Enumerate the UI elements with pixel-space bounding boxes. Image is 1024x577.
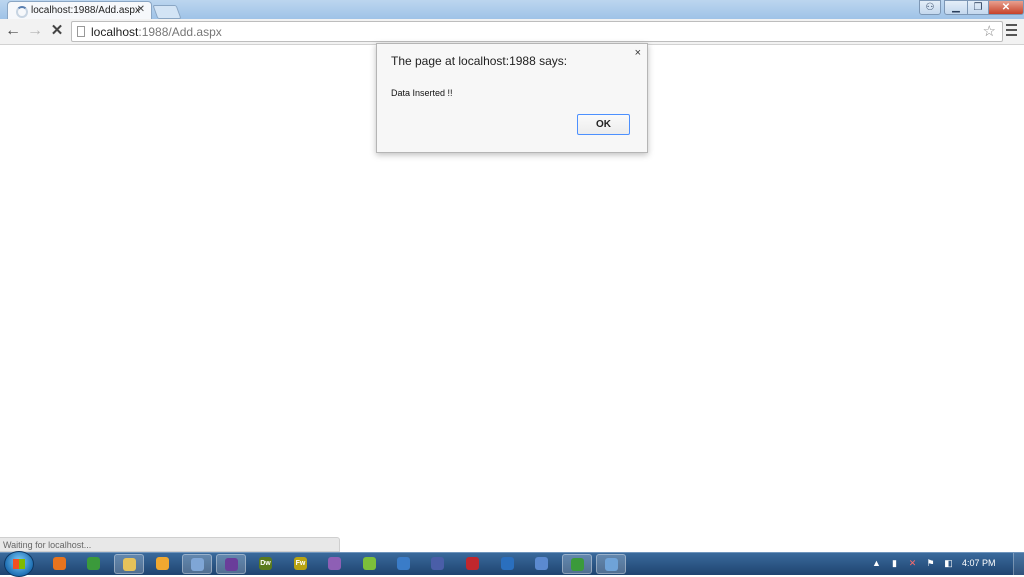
- taskbar-item[interactable]: [182, 554, 212, 574]
- taskbar-item[interactable]: [79, 554, 109, 574]
- taskbar-item[interactable]: [493, 554, 523, 574]
- tool-icon: [535, 557, 548, 570]
- url-host: localhost: [91, 25, 139, 39]
- back-button[interactable]: ←: [4, 22, 22, 40]
- taskbar-item[interactable]: [355, 554, 385, 574]
- taskbar-item[interactable]: [114, 554, 144, 574]
- ok-button[interactable]: OK: [577, 114, 630, 135]
- tray-expand-icon[interactable]: ▲: [872, 558, 881, 568]
- taskbar-item[interactable]: [216, 554, 246, 574]
- firefox-icon: [53, 557, 66, 570]
- chrome-icon: [87, 557, 100, 570]
- outlook-icon: [501, 557, 514, 570]
- dialog-heading: The page at localhost:1988 says:: [391, 54, 568, 68]
- user-profile-icon[interactable]: ⚇: [919, 0, 941, 15]
- url-text[interactable]: localhost:1988/Add.aspx: [91, 25, 222, 39]
- dialog-message: Data Inserted !!: [391, 88, 453, 98]
- taskbar-item[interactable]: [562, 554, 592, 574]
- browser-tab[interactable]: localhost:1988/Add.aspx ✕: [7, 1, 152, 19]
- android-icon: [363, 557, 376, 570]
- taskbar-item[interactable]: [527, 554, 557, 574]
- bookmark-star-icon[interactable]: ☆: [983, 22, 996, 42]
- forward-button[interactable]: →: [26, 22, 44, 40]
- page-icon: [77, 26, 85, 37]
- taskbar-item[interactable]: [389, 554, 419, 574]
- globe-icon: [397, 557, 410, 570]
- visual-studio-icon: [225, 558, 238, 571]
- explorer-icon: [123, 558, 136, 571]
- stop-loading-button[interactable]: ✕: [48, 22, 66, 40]
- tray-volume-icon[interactable]: ◧: [944, 558, 953, 568]
- taskbar-item[interactable]: [596, 554, 626, 574]
- tab-title: localhost:1988/Add.aspx: [31, 5, 140, 16]
- taskbar-item[interactable]: [458, 554, 488, 574]
- windows-taskbar: Dw Fw ▲ ▮ ✕ ⚑ ◧ 4:07 PM: [0, 551, 1024, 577]
- taskbar-clock[interactable]: 4:07 PM: [962, 558, 996, 568]
- alert-dialog: The page at localhost:1988 says: × Data …: [376, 43, 648, 153]
- tray-network-icon[interactable]: ✕: [908, 558, 917, 568]
- tray-flag-icon[interactable]: ⚑: [926, 558, 935, 568]
- browser-icon: [328, 557, 341, 570]
- title-bar: localhost:1988/Add.aspx ✕ ⚇ ▁ ❐ ✕: [0, 0, 1024, 19]
- taskbar-item[interactable]: [148, 554, 178, 574]
- show-desktop-button[interactable]: [1013, 553, 1024, 575]
- taskbar-item[interactable]: Dw: [251, 554, 281, 574]
- app-icon: [605, 558, 618, 571]
- taskbar-item[interactable]: Fw: [286, 554, 316, 574]
- status-bubble: Waiting for localhost...: [0, 537, 340, 552]
- start-button[interactable]: [4, 551, 34, 577]
- paint-icon: [191, 558, 204, 571]
- tab-close-icon[interactable]: ✕: [137, 4, 145, 15]
- minimize-button[interactable]: ▁: [944, 0, 968, 15]
- fireworks-icon: Fw: [294, 557, 307, 570]
- dreamweaver-icon: Dw: [259, 557, 272, 570]
- filezilla-icon: [466, 557, 479, 570]
- dialog-close-icon[interactable]: ×: [635, 47, 641, 59]
- link-icon: [431, 557, 444, 570]
- address-bar[interactable]: localhost:1988/Add.aspx ☆: [71, 21, 1003, 42]
- media-player-icon: [156, 557, 169, 570]
- loading-spinner-icon: [16, 6, 28, 18]
- chrome-active-icon: [571, 558, 584, 571]
- status-text: Waiting for localhost...: [3, 540, 92, 550]
- system-tray: ▲ ▮ ✕ ⚑ ◧: [868, 553, 1024, 575]
- taskbar-item[interactable]: [320, 554, 350, 574]
- new-tab-button[interactable]: [152, 5, 182, 19]
- taskbar-item[interactable]: [45, 554, 75, 574]
- tray-device-icon[interactable]: ▮: [890, 558, 899, 568]
- chrome-menu-icon[interactable]: [1006, 24, 1017, 38]
- windows-logo-icon: [13, 559, 25, 569]
- window-close-button[interactable]: ✕: [988, 0, 1024, 15]
- taskbar-item[interactable]: [423, 554, 453, 574]
- url-path: :1988/Add.aspx: [138, 25, 222, 39]
- browser-toolbar: ← → ✕ localhost:1988/Add.aspx ☆: [0, 19, 1024, 45]
- maximize-button[interactable]: ❐: [967, 0, 989, 15]
